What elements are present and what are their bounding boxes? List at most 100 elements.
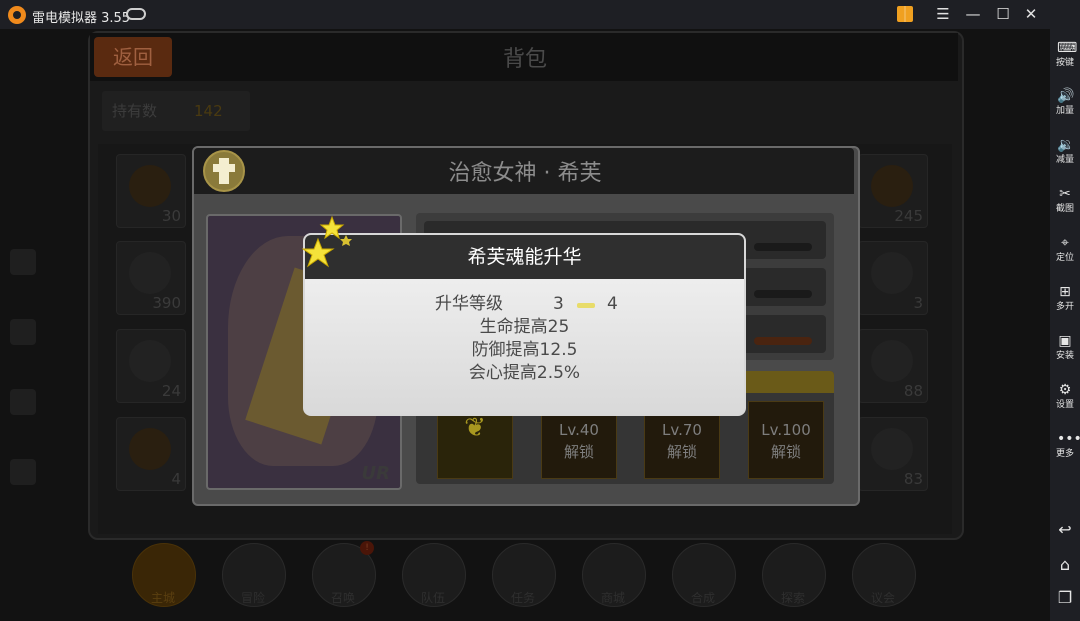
stars-icon	[302, 215, 352, 268]
level-label: 升华等级	[435, 294, 503, 314]
sidebar-label: 减量	[1055, 155, 1074, 165]
level-row: 升华等级 3 4	[305, 293, 744, 315]
level-to: 4	[607, 294, 618, 314]
nav-summon[interactable]: ! 召唤	[308, 539, 378, 609]
hud-icon	[10, 249, 36, 275]
location-icon: ⌖	[1061, 235, 1069, 251]
item-icon	[129, 428, 171, 470]
sidebar-label: 定位	[1055, 253, 1074, 263]
item-slot[interactable]: 88	[858, 329, 928, 403]
back-button[interactable]: 返回	[94, 37, 172, 77]
hud-item[interactable]	[6, 249, 40, 275]
hud-item[interactable]	[6, 459, 40, 485]
arrow-right-icon	[577, 303, 595, 308]
hold-count-box: 持有数 142	[102, 91, 250, 131]
sidebar-item-install-apk[interactable]: ▣ 安装	[1050, 333, 1080, 362]
minimize-icon[interactable]: —	[962, 4, 984, 24]
item-slot[interactable]: 3	[858, 241, 928, 315]
sidebar-item-settings[interactable]: ⚙ 设置	[1050, 382, 1080, 411]
gift-icon[interactable]	[897, 6, 913, 22]
item-count: 3	[913, 294, 923, 312]
sidebar-item-screenshot[interactable]: ✂ 截图	[1050, 186, 1080, 215]
item-slot[interactable]: 245	[858, 154, 928, 228]
nav-tasks[interactable]: 任务	[488, 539, 558, 609]
back-nav-icon[interactable]: ↩	[1050, 520, 1080, 539]
bonus-def: 防御提高12.5	[471, 340, 578, 360]
keyboard-icon: ⌨	[1057, 40, 1078, 56]
nav-explore[interactable]: 探索	[758, 539, 828, 609]
home-nav-icon[interactable]: ⌂	[1050, 555, 1080, 574]
item-icon	[871, 428, 913, 470]
more-icon: •••	[1057, 431, 1080, 447]
scissors-icon: ✂	[1059, 186, 1071, 202]
nav-label: 主城	[150, 591, 175, 605]
sidebar-label: 多开	[1055, 302, 1074, 312]
menu-icon[interactable]: ☰	[932, 4, 954, 24]
sidebar-item-location[interactable]: ⌖ 定位	[1050, 235, 1080, 264]
sidebar-item-keymap[interactable]: ⌨ 按键	[1050, 40, 1080, 69]
game-viewport[interactable]: 返回 背包 持有数 142 30 390 24 4 245 3 88 83 主城…	[0, 29, 1050, 621]
item-count: 30	[161, 207, 181, 225]
hud-icon	[10, 319, 36, 345]
hero-name: 治愈女神 · 希芙	[448, 161, 602, 186]
nav-label: 任务	[510, 591, 535, 605]
sidebar-item-volume-up[interactable]: 🔊 加量	[1050, 88, 1080, 117]
hud-item[interactable]	[6, 319, 40, 345]
close-icon[interactable]: ✕	[1020, 4, 1042, 24]
maximize-icon[interactable]: ☐	[992, 4, 1014, 24]
sidebar-label: 安装	[1055, 351, 1074, 361]
hud-icon	[10, 459, 36, 485]
nav-label: 队伍	[420, 591, 445, 605]
rarity-badge: UR	[361, 463, 390, 484]
nav-adventure[interactable]: 冒险	[218, 539, 288, 609]
hud-icon	[10, 389, 36, 415]
item-icon	[871, 252, 913, 294]
sidebar-label: 按键	[1055, 58, 1074, 68]
skill-unlock: 解锁	[770, 443, 801, 461]
item-icon	[129, 340, 171, 382]
cross-shape	[213, 164, 235, 172]
hold-count: 142	[194, 102, 223, 120]
item-icon	[129, 252, 171, 294]
recent-apps-icon[interactable]: ❐	[1050, 588, 1080, 607]
leaf-skill-icon: ❦	[464, 413, 486, 443]
window-titlebar: 雷电模拟器 3.55 ☰ — ☐ ✕ «	[0, 0, 1080, 29]
skill-slot-lv100[interactable]: Lv.100 解锁	[748, 401, 824, 479]
star-large-icon	[302, 237, 335, 268]
skill-unlock: 解锁	[563, 443, 594, 461]
item-icon	[129, 165, 171, 207]
nav-shop[interactable]: 商城	[578, 539, 648, 609]
gamepad-icon[interactable]	[126, 8, 146, 20]
item-slot[interactable]: 4	[116, 417, 186, 491]
hud-item[interactable]	[6, 389, 40, 415]
nav-council[interactable]: 议会	[848, 539, 918, 609]
skill-level: Lv.70	[662, 421, 702, 439]
multi-instance-icon: ⊞	[1059, 284, 1071, 300]
sidebar-item-multi-instance[interactable]: ⊞ 多开	[1050, 284, 1080, 313]
item-slot[interactable]: 83	[858, 417, 928, 491]
nav-main-city[interactable]: 主城	[128, 539, 198, 609]
item-slot[interactable]: 30	[116, 154, 186, 228]
star-medium-icon	[319, 215, 345, 240]
skill-unlock: 解锁	[666, 443, 697, 461]
nav-team[interactable]: 队伍	[398, 539, 468, 609]
sidebar-item-volume-down[interactable]: 🔉 减量	[1050, 137, 1080, 166]
item-slot[interactable]: 390	[116, 241, 186, 315]
nav-label: 召唤	[330, 591, 355, 605]
item-slot[interactable]: 24	[116, 329, 186, 403]
nav-label: 合成	[690, 591, 715, 605]
item-icon	[871, 165, 913, 207]
ascension-popup[interactable]: 希芙魂能升华 升华等级 3 4 生命提高25 防御提高12.5 会心提高2.5%	[303, 233, 746, 416]
hold-label: 持有数	[112, 102, 158, 120]
stat-bar	[754, 290, 812, 298]
popup-title: 希芙魂能升华	[467, 246, 582, 268]
nav-label: 议会	[870, 591, 895, 605]
bag-title: 背包	[502, 47, 547, 72]
bonus-hp: 生命提高25	[479, 317, 570, 337]
cross-emblem-icon	[203, 150, 245, 192]
nav-label: 商城	[600, 591, 625, 605]
volume-down-icon: 🔉	[1057, 137, 1075, 153]
nav-craft[interactable]: 合成	[668, 539, 738, 609]
sidebar-label: 加量	[1055, 106, 1074, 116]
sidebar-item-more[interactable]: ••• 更多	[1050, 431, 1080, 460]
